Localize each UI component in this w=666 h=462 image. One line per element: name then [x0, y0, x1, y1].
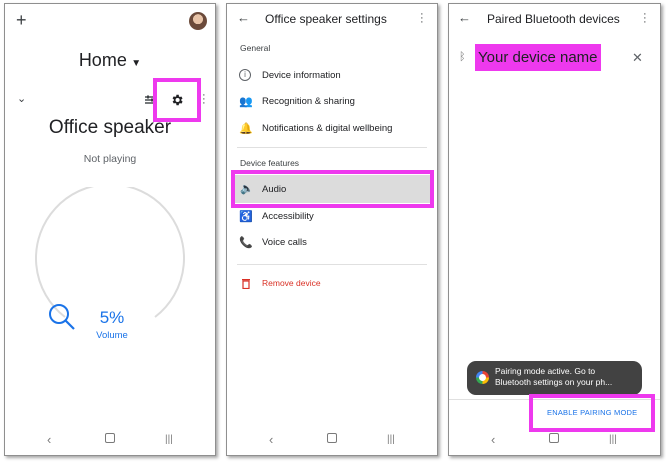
collapse-chevron-icon[interactable]: ⌄: [17, 92, 26, 105]
menu-item-recognition-sharing[interactable]: 👥 Recognition & sharing: [227, 92, 437, 112]
page-title: Office speaker settings: [265, 12, 387, 26]
people-icon: 👥: [239, 96, 253, 108]
menu-label: Voice calls: [262, 237, 307, 248]
back-arrow-icon[interactable]: ←: [458, 10, 471, 25]
divider: [237, 264, 427, 265]
divider: [237, 147, 427, 148]
menu-label: Device information: [262, 70, 341, 81]
recents-nav-icon[interactable]: |||: [609, 434, 617, 445]
dropdown-arrow-icon: ▼: [131, 58, 142, 69]
back-arrow-icon[interactable]: ←: [237, 10, 250, 25]
room-title: Home: [78, 50, 127, 70]
menu-item-notifications[interactable]: 🔔 Notifications & digital wellbeing: [227, 119, 437, 139]
pairing-toast: Pairing mode active. Go to Bluetooth set…: [467, 361, 642, 395]
volume-label: Volume: [96, 330, 128, 341]
recents-nav-icon[interactable]: |||: [387, 434, 395, 445]
volume-value: 5%: [99, 308, 125, 327]
device-name: Office speaker: [48, 117, 172, 138]
audio-highlight: [231, 170, 434, 208]
bluetooth-screen: ← Paired Bluetooth devices · · · ᛒ Your de…: [448, 3, 661, 456]
menu-label: Recognition & sharing: [262, 96, 355, 107]
nav-bar: ‹ |||: [449, 425, 660, 455]
more-vert-icon[interactable]: · · ·: [643, 9, 647, 28]
bell-icon: 🔔: [239, 123, 253, 135]
info-icon: i: [239, 69, 251, 81]
paired-device-name[interactable]: Your device name: [475, 44, 601, 71]
back-nav-icon[interactable]: ‹: [47, 432, 51, 447]
menu-item-accessibility[interactable]: ♿ Accessibility: [227, 207, 437, 227]
section-general: General: [240, 43, 271, 53]
settings-screen: ← Office speaker settings · · · General i …: [226, 3, 438, 456]
search-icon[interactable]: [47, 302, 77, 332]
section-device-features: Device features: [240, 158, 300, 168]
accessibility-icon: ♿: [239, 211, 253, 223]
avatar[interactable]: [189, 12, 207, 30]
nav-bar: ‹ |||: [5, 425, 215, 455]
menu-label: Remove device: [262, 278, 321, 288]
bluetooth-icon: ᛒ: [459, 51, 466, 63]
toast-text: Pairing mode active. Go to Bluetooth set…: [495, 366, 613, 387]
playback-status: Not playing: [83, 153, 137, 165]
back-nav-icon[interactable]: ‹: [491, 432, 495, 447]
page-title: Paired Bluetooth devices: [487, 12, 620, 26]
menu-label: Accessibility: [262, 211, 314, 222]
trash-icon: [242, 279, 250, 289]
recents-nav-icon[interactable]: |||: [165, 434, 173, 445]
phone-icon: 📞: [239, 237, 253, 249]
home-screen: + Home ▼ ⌄ · · · Office speaker Not playin…: [4, 3, 216, 456]
menu-label: Notifications & digital wellbeing: [262, 123, 393, 134]
back-nav-icon[interactable]: ‹: [269, 432, 273, 447]
menu-item-voice-calls[interactable]: 📞 Voice calls: [227, 233, 437, 253]
gear-highlight: [153, 78, 201, 122]
google-home-icon: [476, 371, 489, 384]
home-nav-icon[interactable]: [105, 433, 115, 443]
room-selector[interactable]: Home ▼: [5, 50, 215, 71]
nav-bar: ‹ |||: [227, 425, 437, 455]
menu-item-remove-device[interactable]: Remove device: [227, 274, 437, 294]
close-icon[interactable]: ✕: [632, 50, 643, 66]
more-vert-icon[interactable]: · · ·: [420, 9, 424, 28]
home-nav-icon[interactable]: [549, 433, 559, 443]
menu-item-device-information[interactable]: i Device information: [227, 66, 437, 86]
more-vert-icon[interactable]: · · ·: [202, 90, 206, 109]
add-icon[interactable]: +: [16, 10, 27, 31]
home-nav-icon[interactable]: [327, 433, 337, 443]
